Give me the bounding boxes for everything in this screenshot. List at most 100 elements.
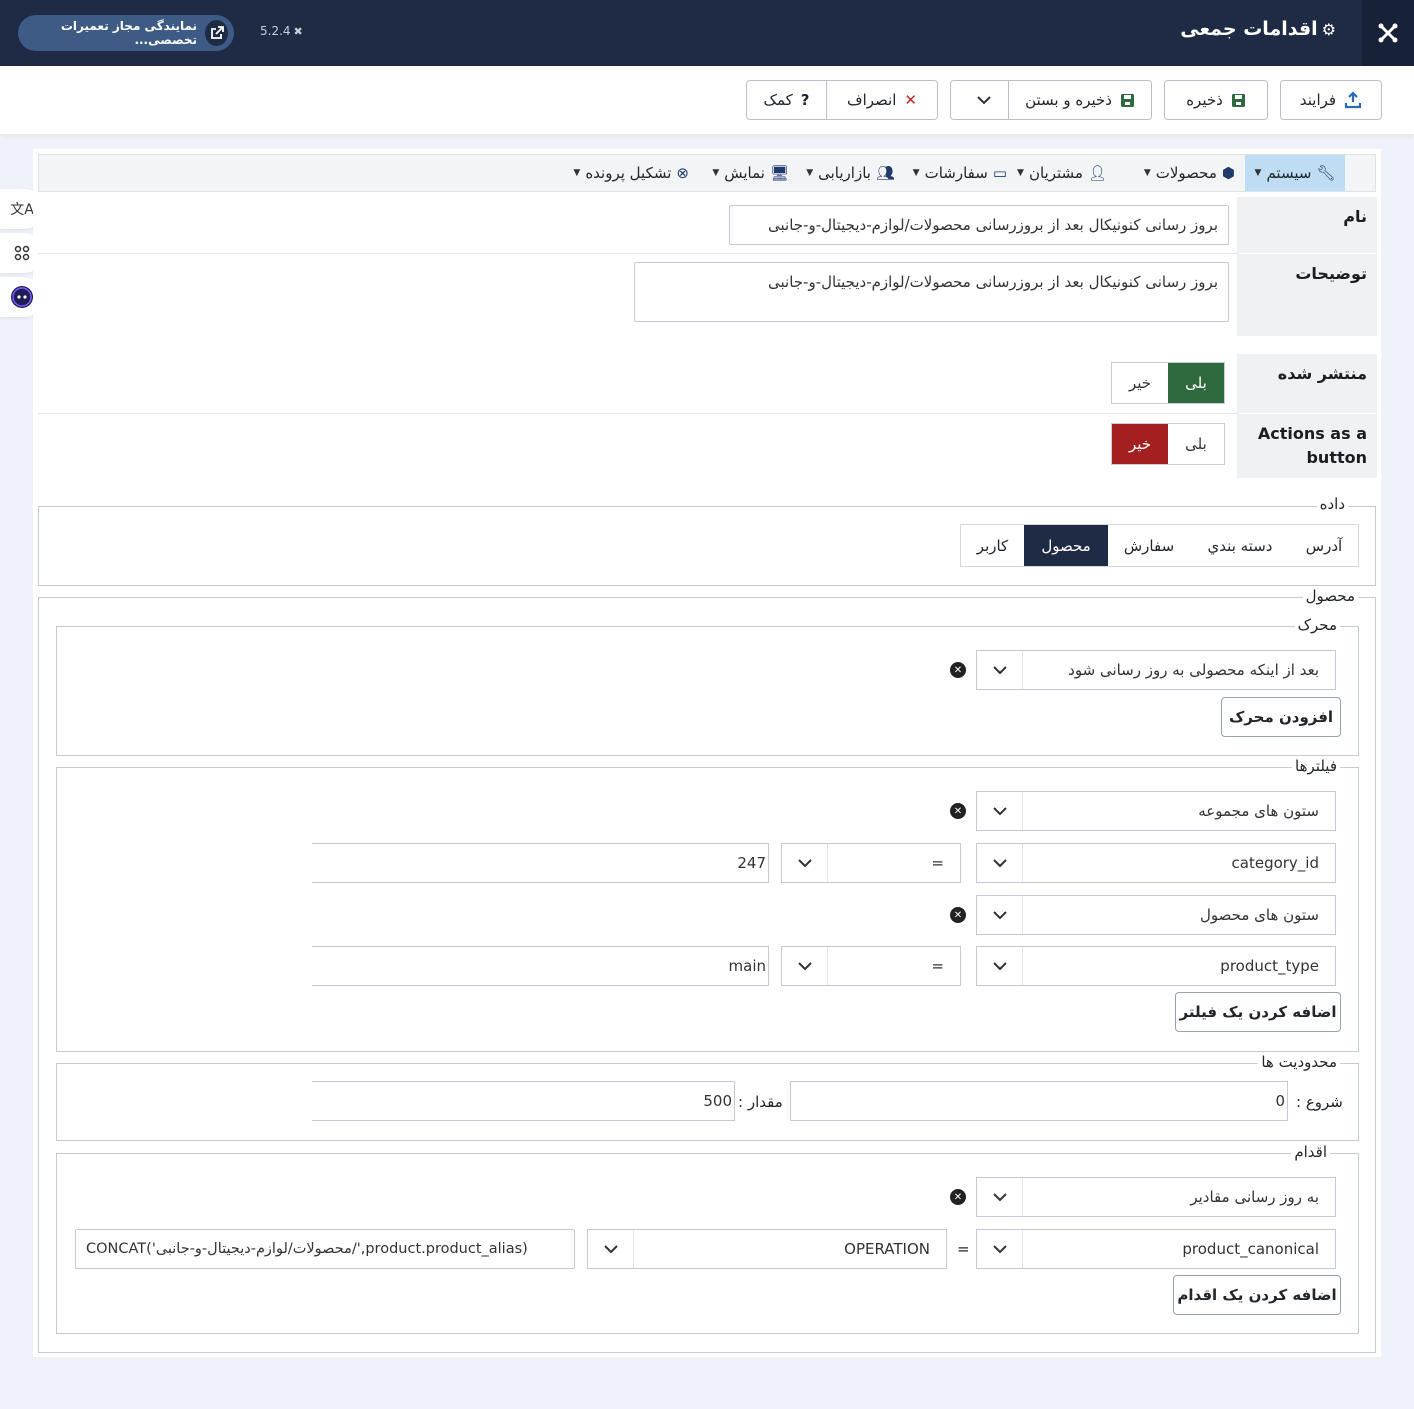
joomla-icon (1378, 23, 1398, 43)
remove-action-icon[interactable]: ✕ (950, 1189, 966, 1205)
filter2-value-input[interactable]: main (312, 946, 769, 986)
caret-down-icon: ▼ (573, 168, 581, 178)
filter1-column-select[interactable]: category_id (976, 843, 1336, 883)
remove-filter2-icon[interactable]: ✕ (950, 907, 966, 923)
top-header: ⚙ اقدامات جمعی 5.2.4 ✖ نمایندگی مجاز تعم… (0, 0, 1414, 66)
data-legend: داده (1316, 495, 1348, 513)
add-action-button[interactable]: اضافه کردن یک اقدام (1173, 1275, 1341, 1315)
limit-start-input[interactable]: 0 (790, 1081, 1288, 1121)
joomla-logo[interactable] (1362, 0, 1414, 66)
filter1-table-select[interactable]: ستون های مجموعه (976, 791, 1336, 831)
menu-orders[interactable]: ▭ سفارشات ▼ (913, 155, 1007, 191)
limit-start-label: شروع : (1296, 1093, 1343, 1111)
chevron-down-icon (992, 665, 1007, 674)
credit-card-icon: ▭ (992, 164, 1007, 182)
published-label: منتشر شده (1237, 354, 1377, 413)
tab-address[interactable]: آدرس (1290, 525, 1358, 566)
joomla-small-icon: ✖ (293, 24, 303, 38)
add-filter-button[interactable]: اضافه کردن یک فیلتر (1175, 992, 1341, 1032)
tab-user[interactable]: کاربر (961, 525, 1024, 566)
caret-down-icon: ▼ (1017, 168, 1024, 178)
external-link-icon (205, 20, 228, 46)
action-operation-select[interactable]: OPERATION (587, 1229, 947, 1269)
close-icon: ✕ (904, 91, 917, 109)
published-no[interactable]: خیر (1112, 363, 1168, 403)
users-icon: 👥︎ (875, 164, 895, 182)
actions-yes[interactable]: بلی (1168, 424, 1224, 464)
menu-system[interactable]: 🔧︎ سیستم ▼ (1245, 155, 1345, 191)
trigger-fieldset (56, 626, 1359, 756)
desktop-icon: 🖥︎ (769, 164, 789, 182)
cubes-icon: ⬢ (1221, 164, 1235, 182)
grid-icon (14, 245, 30, 261)
caret-down-icon: ▼ (806, 168, 814, 178)
site-link-button[interactable]: نمایندگی مجاز تعمیرات تخصصی... (18, 15, 234, 51)
action-expression-input[interactable]: CONCAT('محصولات/لوازم-دیجیتال-و-جانبی/',… (75, 1229, 575, 1269)
menu-display[interactable]: 🖥︎ نمایش ▼ (712, 155, 789, 191)
translate-icon: 文A (10, 202, 34, 218)
cogs-icon: ⚙ (1321, 19, 1336, 39)
tab-category[interactable]: دسته بندي (1190, 525, 1290, 566)
help-button[interactable]: ? کمک (746, 80, 826, 120)
user-icon: 👤︎ (1087, 164, 1107, 182)
menu-customers[interactable]: 👤︎ مشتریان ▼ (1017, 155, 1107, 191)
save-close-button-group: ذخیره و بستن (950, 80, 1152, 120)
limit-amount-input[interactable]: 500 (312, 1081, 735, 1121)
published-toggle: بلی خیر (1111, 362, 1225, 404)
chevron-down-icon (603, 1244, 618, 1253)
chevron-down-icon (977, 95, 991, 104)
description-label: توضیحات (1237, 254, 1377, 336)
page-title: ⚙ اقدامات جمعی (1180, 18, 1336, 40)
name-input[interactable]: بروز رسانی کنونیکال بعد از بروزرسانی محص… (729, 205, 1229, 245)
save-close-button[interactable]: ذخیره و بستن (1009, 81, 1151, 119)
description-textarea[interactable]: بروز رسانی کنونیکال بعد از بروزرسانی محص… (634, 262, 1229, 322)
add-trigger-button[interactable]: افزودن محرک (1221, 697, 1341, 737)
process-button[interactable]: فرایند (1280, 80, 1382, 120)
action-equals-label: = (957, 1240, 970, 1258)
caret-down-icon: ▼ (712, 168, 720, 178)
component-menubar: 🔧︎ سیستم ▼ ⬢ محصولات ▼ 👤︎ مشتریان ▼ ▭ سف… (38, 154, 1376, 192)
question-icon: ? (800, 91, 810, 109)
product-legend: محصول (1302, 587, 1358, 605)
actions-no[interactable]: خیر (1112, 424, 1168, 464)
actions-as-button-label: Actions as a button (1237, 414, 1377, 478)
action-type-select[interactable]: به روز رسانی مقادیر (976, 1177, 1336, 1217)
action-legend: اقدام (1291, 1143, 1330, 1161)
upload-icon (1345, 91, 1362, 109)
limits-legend: محدودیت ها (1258, 1053, 1340, 1071)
chevron-down-icon (797, 858, 812, 867)
chevron-down-icon (992, 806, 1007, 815)
trigger-legend: محرک (1294, 616, 1340, 634)
filter1-value-input[interactable]: 247 (312, 843, 769, 883)
cancel-button[interactable]: ✕ انصراف (826, 80, 938, 120)
filter2-column-select[interactable]: product_type (976, 946, 1336, 986)
actions-as-button-toggle: بلی خیر (1111, 423, 1225, 465)
name-label: نام (1237, 197, 1377, 253)
filter2-table-select[interactable]: ستون های محصول (976, 895, 1336, 935)
version-label: 5.2.4 ✖ (260, 24, 303, 38)
remove-trigger-icon[interactable]: ✕ (950, 662, 966, 678)
menu-products[interactable]: ⬢ محصولات ▼ (1144, 155, 1235, 191)
bot-icon (11, 286, 33, 308)
menu-filing[interactable]: ⊗ تشکیل پرونده ▼ (573, 155, 689, 191)
filter1-operator-select[interactable]: = (781, 843, 961, 883)
chevron-down-icon (992, 910, 1007, 919)
trigger-select[interactable]: بعد از اینکه محصولی به روز رسانی شود (976, 650, 1336, 690)
remove-filter1-icon[interactable]: ✕ (950, 803, 966, 819)
chevron-down-icon (992, 961, 1007, 970)
save-button[interactable]: ذخیره (1164, 80, 1268, 120)
menu-marketing[interactable]: 👥︎ بازاریابی ▼ (806, 155, 895, 191)
chevron-down-icon (992, 858, 1007, 867)
life-ring-icon: ⊗ (676, 164, 689, 182)
published-yes[interactable]: بلی (1168, 363, 1224, 403)
action-column-select[interactable]: product_canonical (976, 1229, 1336, 1269)
filters-legend: فیلترها (1292, 757, 1340, 775)
save-icon (1231, 93, 1245, 107)
tab-order[interactable]: سفارش (1108, 525, 1190, 566)
chevron-down-icon (992, 1192, 1007, 1201)
limit-amount-label: مقدار : (738, 1093, 783, 1111)
wrench-icon: 🔧︎ (1316, 164, 1336, 182)
save-dropdown-toggle[interactable] (960, 95, 1008, 105)
filter2-operator-select[interactable]: = (781, 946, 961, 986)
tab-product[interactable]: محصول (1024, 525, 1108, 566)
